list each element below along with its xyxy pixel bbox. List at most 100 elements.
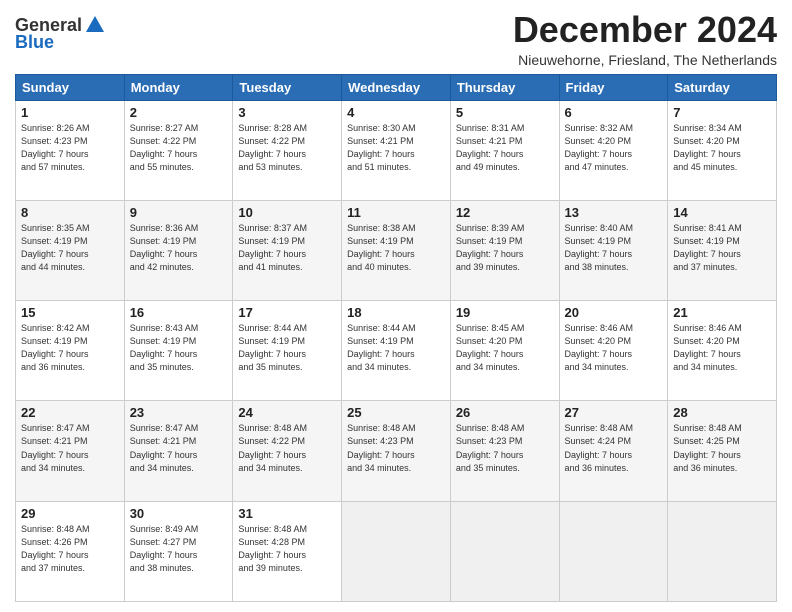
table-row: 31 Sunrise: 8:48 AM Sunset: 4:28 PM Dayli… <box>233 501 342 601</box>
day-number: 16 <box>130 305 228 320</box>
table-row: 8 Sunrise: 8:35 AM Sunset: 4:19 PM Daylig… <box>16 200 125 300</box>
day-info: Sunrise: 8:47 AM Sunset: 4:21 PM Dayligh… <box>21 422 119 474</box>
day-info: Sunrise: 8:49 AM Sunset: 4:27 PM Dayligh… <box>130 523 228 575</box>
table-row: 27 Sunrise: 8:48 AM Sunset: 4:24 PM Dayli… <box>559 401 668 501</box>
day-number: 28 <box>673 405 771 420</box>
day-info: Sunrise: 8:48 AM Sunset: 4:22 PM Dayligh… <box>238 422 336 474</box>
day-info: Sunrise: 8:43 AM Sunset: 4:19 PM Dayligh… <box>130 322 228 374</box>
table-row: 24 Sunrise: 8:48 AM Sunset: 4:22 PM Dayli… <box>233 401 342 501</box>
day-info: Sunrise: 8:27 AM Sunset: 4:22 PM Dayligh… <box>130 122 228 174</box>
table-row <box>559 501 668 601</box>
day-number: 1 <box>21 105 119 120</box>
day-number: 25 <box>347 405 445 420</box>
day-info: Sunrise: 8:30 AM Sunset: 4:21 PM Dayligh… <box>347 122 445 174</box>
logo: General Blue <box>15 14 106 53</box>
day-number: 27 <box>565 405 663 420</box>
day-number: 4 <box>347 105 445 120</box>
header-sunday: Sunday <box>16 74 125 100</box>
day-number: 19 <box>456 305 554 320</box>
table-row: 18 Sunrise: 8:44 AM Sunset: 4:19 PM Dayli… <box>342 301 451 401</box>
day-info: Sunrise: 8:26 AM Sunset: 4:23 PM Dayligh… <box>21 122 119 174</box>
day-number: 29 <box>21 506 119 521</box>
table-row: 1 Sunrise: 8:26 AM Sunset: 4:23 PM Daylig… <box>16 100 125 200</box>
day-number: 6 <box>565 105 663 120</box>
day-number: 12 <box>456 205 554 220</box>
day-info: Sunrise: 8:48 AM Sunset: 4:24 PM Dayligh… <box>565 422 663 474</box>
day-number: 17 <box>238 305 336 320</box>
day-number: 7 <box>673 105 771 120</box>
day-info: Sunrise: 8:48 AM Sunset: 4:26 PM Dayligh… <box>21 523 119 575</box>
table-row: 14 Sunrise: 8:41 AM Sunset: 4:19 PM Dayli… <box>668 200 777 300</box>
day-number: 23 <box>130 405 228 420</box>
table-row: 5 Sunrise: 8:31 AM Sunset: 4:21 PM Daylig… <box>450 100 559 200</box>
table-row: 9 Sunrise: 8:36 AM Sunset: 4:19 PM Daylig… <box>124 200 233 300</box>
day-number: 3 <box>238 105 336 120</box>
month-title: December 2024 <box>513 10 777 50</box>
header-tuesday: Tuesday <box>233 74 342 100</box>
calendar-week-row: 1 Sunrise: 8:26 AM Sunset: 4:23 PM Daylig… <box>16 100 777 200</box>
day-number: 14 <box>673 205 771 220</box>
table-row: 4 Sunrise: 8:30 AM Sunset: 4:21 PM Daylig… <box>342 100 451 200</box>
day-info: Sunrise: 8:28 AM Sunset: 4:22 PM Dayligh… <box>238 122 336 174</box>
day-number: 18 <box>347 305 445 320</box>
table-row: 12 Sunrise: 8:39 AM Sunset: 4:19 PM Dayli… <box>450 200 559 300</box>
day-number: 5 <box>456 105 554 120</box>
day-info: Sunrise: 8:39 AM Sunset: 4:19 PM Dayligh… <box>456 222 554 274</box>
day-number: 31 <box>238 506 336 521</box>
header-thursday: Thursday <box>450 74 559 100</box>
day-info: Sunrise: 8:31 AM Sunset: 4:21 PM Dayligh… <box>456 122 554 174</box>
day-number: 9 <box>130 205 228 220</box>
table-row <box>668 501 777 601</box>
table-row: 10 Sunrise: 8:37 AM Sunset: 4:19 PM Dayli… <box>233 200 342 300</box>
day-info: Sunrise: 8:48 AM Sunset: 4:25 PM Dayligh… <box>673 422 771 474</box>
day-number: 20 <box>565 305 663 320</box>
day-number: 21 <box>673 305 771 320</box>
day-info: Sunrise: 8:45 AM Sunset: 4:20 PM Dayligh… <box>456 322 554 374</box>
day-info: Sunrise: 8:36 AM Sunset: 4:19 PM Dayligh… <box>130 222 228 274</box>
day-info: Sunrise: 8:44 AM Sunset: 4:19 PM Dayligh… <box>347 322 445 374</box>
day-number: 24 <box>238 405 336 420</box>
day-info: Sunrise: 8:41 AM Sunset: 4:19 PM Dayligh… <box>673 222 771 274</box>
table-row: 15Sunrise: 8:42 AM Sunset: 4:19 PM Dayli… <box>16 301 125 401</box>
table-row <box>450 501 559 601</box>
day-info: Sunrise: 8:46 AM Sunset: 4:20 PM Dayligh… <box>673 322 771 374</box>
logo-icon <box>84 14 106 36</box>
table-row: 26Sunrise: 8:48 AM Sunset: 4:23 PM Dayli… <box>450 401 559 501</box>
table-row: 2 Sunrise: 8:27 AM Sunset: 4:22 PM Daylig… <box>124 100 233 200</box>
day-number: 15 <box>21 305 119 320</box>
calendar-header-row: Sunday Monday Tuesday Wednesday Thursday… <box>16 74 777 100</box>
day-info: Sunrise: 8:32 AM Sunset: 4:20 PM Dayligh… <box>565 122 663 174</box>
day-number: 30 <box>130 506 228 521</box>
day-info: Sunrise: 8:40 AM Sunset: 4:19 PM Dayligh… <box>565 222 663 274</box>
day-number: 26 <box>456 405 554 420</box>
day-info: Sunrise: 8:37 AM Sunset: 4:19 PM Dayligh… <box>238 222 336 274</box>
day-info: Sunrise: 8:35 AM Sunset: 4:19 PM Dayligh… <box>21 222 119 274</box>
table-row: 29 Sunrise: 8:48 AM Sunset: 4:26 PM Dayli… <box>16 501 125 601</box>
calendar-week-row: 8 Sunrise: 8:35 AM Sunset: 4:19 PM Daylig… <box>16 200 777 300</box>
table-row: 20Sunrise: 8:46 AM Sunset: 4:20 PM Dayli… <box>559 301 668 401</box>
day-number: 2 <box>130 105 228 120</box>
table-row: 19 Sunrise: 8:45 AM Sunset: 4:20 PM Dayli… <box>450 301 559 401</box>
table-row: 11Sunrise: 8:38 AM Sunset: 4:19 PM Dayli… <box>342 200 451 300</box>
day-info: Sunrise: 8:48 AM Sunset: 4:28 PM Dayligh… <box>238 523 336 575</box>
table-row <box>342 501 451 601</box>
day-info: Sunrise: 8:47 AM Sunset: 4:21 PM Dayligh… <box>130 422 228 474</box>
day-number: 22 <box>21 405 119 420</box>
header: General Blue December 2024 Nieuwehorne, … <box>15 10 777 68</box>
table-row: 16 Sunrise: 8:43 AM Sunset: 4:19 PM Dayli… <box>124 301 233 401</box>
table-row: 3 Sunrise: 8:28 AM Sunset: 4:22 PM Daylig… <box>233 100 342 200</box>
location-subtitle: Nieuwehorne, Friesland, The Netherlands <box>513 52 777 68</box>
header-friday: Friday <box>559 74 668 100</box>
table-row: 22 Sunrise: 8:47 AM Sunset: 4:21 PM Dayli… <box>16 401 125 501</box>
calendar-table: Sunday Monday Tuesday Wednesday Thursday… <box>15 74 777 602</box>
table-row: 13 Sunrise: 8:40 AM Sunset: 4:19 PM Dayli… <box>559 200 668 300</box>
day-number: 10 <box>238 205 336 220</box>
day-info: Sunrise: 8:44 AM Sunset: 4:19 PM Dayligh… <box>238 322 336 374</box>
calendar-week-row: 22 Sunrise: 8:47 AM Sunset: 4:21 PM Dayli… <box>16 401 777 501</box>
day-number: 13 <box>565 205 663 220</box>
table-row: 6 Sunrise: 8:32 AM Sunset: 4:20 PM Daylig… <box>559 100 668 200</box>
table-row: 17 Sunrise: 8:44 AM Sunset: 4:19 PM Dayli… <box>233 301 342 401</box>
day-number: 8 <box>21 205 119 220</box>
table-row: 7Sunrise: 8:34 AM Sunset: 4:20 PM Daylig… <box>668 100 777 200</box>
header-monday: Monday <box>124 74 233 100</box>
